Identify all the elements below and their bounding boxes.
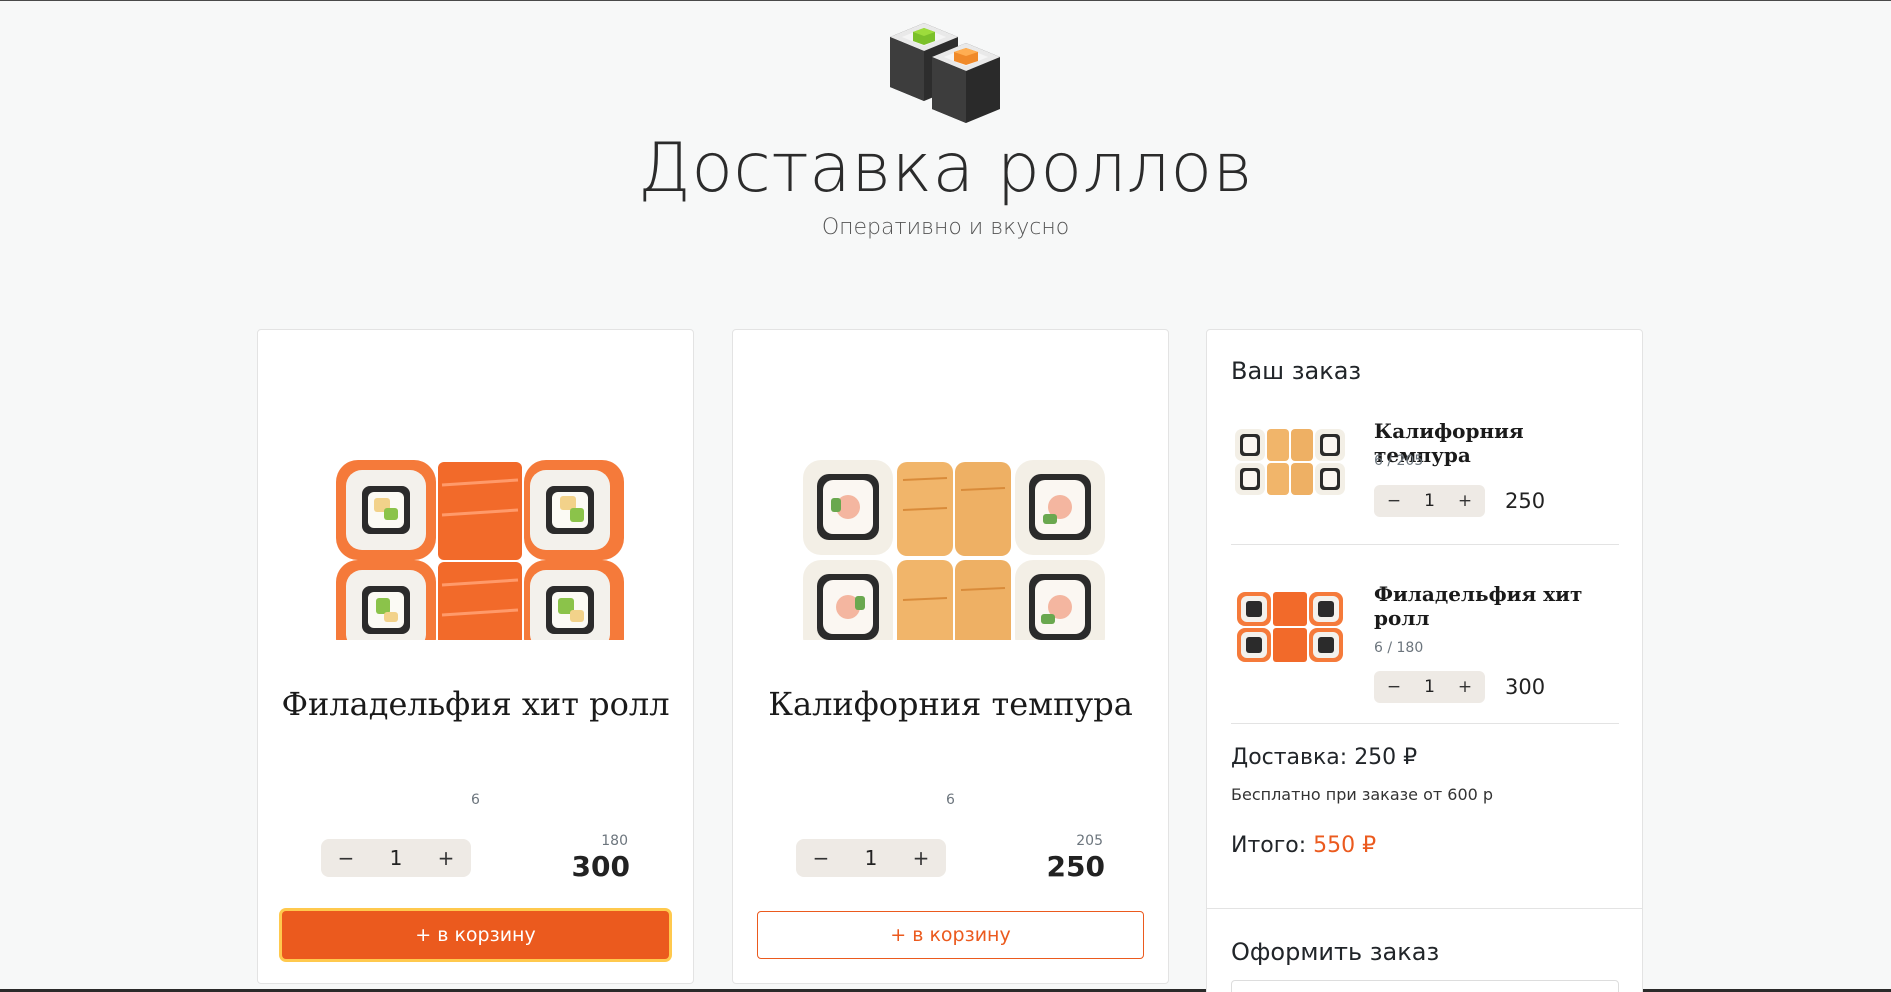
product-price: 250	[1046, 850, 1105, 883]
product-card-california: Калифорния темпура 6 − 1 + 205 250 + в к…	[732, 329, 1169, 984]
cart-item-stepper: − 1 +	[1374, 485, 1485, 517]
quantity-value: 1	[1424, 491, 1435, 511]
sushi-logo-icon	[890, 23, 1000, 123]
cart-item: Калифорния темпура 6 / 205 − 1 + 250	[1231, 417, 1619, 537]
cart-title: Ваш заказ	[1231, 357, 1362, 385]
delivery-cost: Доставка: 250 ₽	[1231, 745, 1417, 770]
product-count: 6	[946, 792, 955, 808]
decrease-button[interactable]: −	[1386, 491, 1402, 511]
product-image	[803, 460, 1105, 640]
increase-button[interactable]: +	[910, 846, 932, 870]
cart-item-thumbnail	[1237, 592, 1343, 662]
increase-button[interactable]: +	[1457, 491, 1473, 511]
checkout-title: Оформить заказ	[1231, 938, 1440, 966]
cart-item-price: 300	[1505, 675, 1546, 699]
quantity-stepper: − 1 +	[796, 839, 946, 877]
increase-button[interactable]: +	[435, 846, 457, 870]
cart-divider	[1231, 723, 1619, 724]
product-weight: 205	[1076, 833, 1103, 849]
cart-item-meta: 6 / 180	[1374, 640, 1424, 656]
product-count: 6	[471, 792, 480, 808]
cart-item-name: Филадельфия хит ролл	[1374, 582, 1583, 630]
decrease-button[interactable]: −	[335, 846, 357, 870]
order-cart: Ваш заказ Калифорния темпура 6 / 205 − 1…	[1206, 329, 1643, 992]
quantity-stepper: − 1 +	[321, 839, 471, 877]
product-image	[336, 460, 624, 640]
delivery-label: Доставка:	[1231, 745, 1348, 770]
order-total: Итого: 550 ₽	[1231, 833, 1376, 858]
total-label: Итого:	[1231, 833, 1307, 858]
product-weight: 180	[601, 833, 628, 849]
quantity-value: 1	[389, 846, 403, 870]
cart-item-stepper: − 1 +	[1374, 671, 1485, 703]
quantity-value: 1	[864, 846, 878, 870]
total-value: 550 ₽	[1313, 833, 1377, 858]
cart-item-meta: 6 / 205	[1374, 453, 1424, 469]
decrease-button[interactable]: −	[810, 846, 832, 870]
add-to-cart-button[interactable]: + в корзину	[757, 911, 1144, 959]
decrease-button[interactable]: −	[1386, 677, 1402, 697]
add-to-cart-button[interactable]: + в корзину	[282, 911, 669, 959]
page-title: Доставка роллов	[638, 129, 1253, 208]
quantity-value: 1	[1424, 677, 1435, 697]
increase-button[interactable]: +	[1457, 677, 1473, 697]
product-card-philadelphia: Филадельфия хит ролл 6 − 1 + 180 300 + в…	[257, 329, 694, 984]
checkout-divider	[1207, 908, 1642, 909]
page-subtitle: Оперативно и вкусно	[821, 215, 1070, 240]
product-price: 300	[571, 850, 630, 883]
delivery-value: 250 ₽	[1354, 745, 1418, 770]
cart-item-thumbnail	[1235, 429, 1345, 495]
cart-item: Филадельфия хит ролл 6 / 180 − 1 + 300	[1231, 582, 1619, 712]
product-title: Калифорния темпура	[768, 685, 1133, 723]
cart-divider	[1231, 544, 1619, 545]
delivery-note: Бесплатно при заказе от 600 р	[1231, 785, 1494, 804]
checkout-input[interactable]	[1231, 980, 1619, 992]
cart-item-price: 250	[1505, 489, 1546, 513]
product-title: Филадельфия хит ролл	[281, 685, 670, 723]
